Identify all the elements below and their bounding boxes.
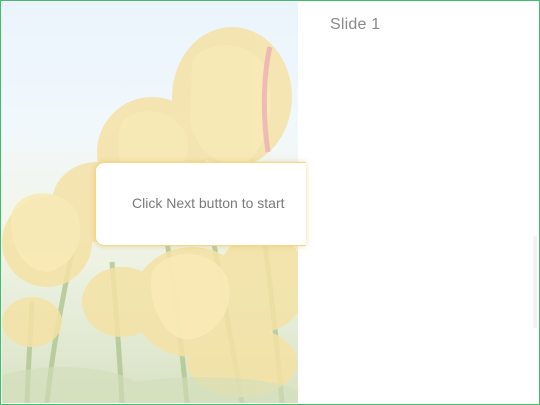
scrollbar[interactable] [533, 236, 537, 328]
slide-title: Slide 1 [330, 16, 381, 33]
start-callout: Click Next button to start [95, 162, 306, 246]
slide-panel [299, 2, 538, 403]
callout-text: Click Next button to start [132, 195, 285, 211]
